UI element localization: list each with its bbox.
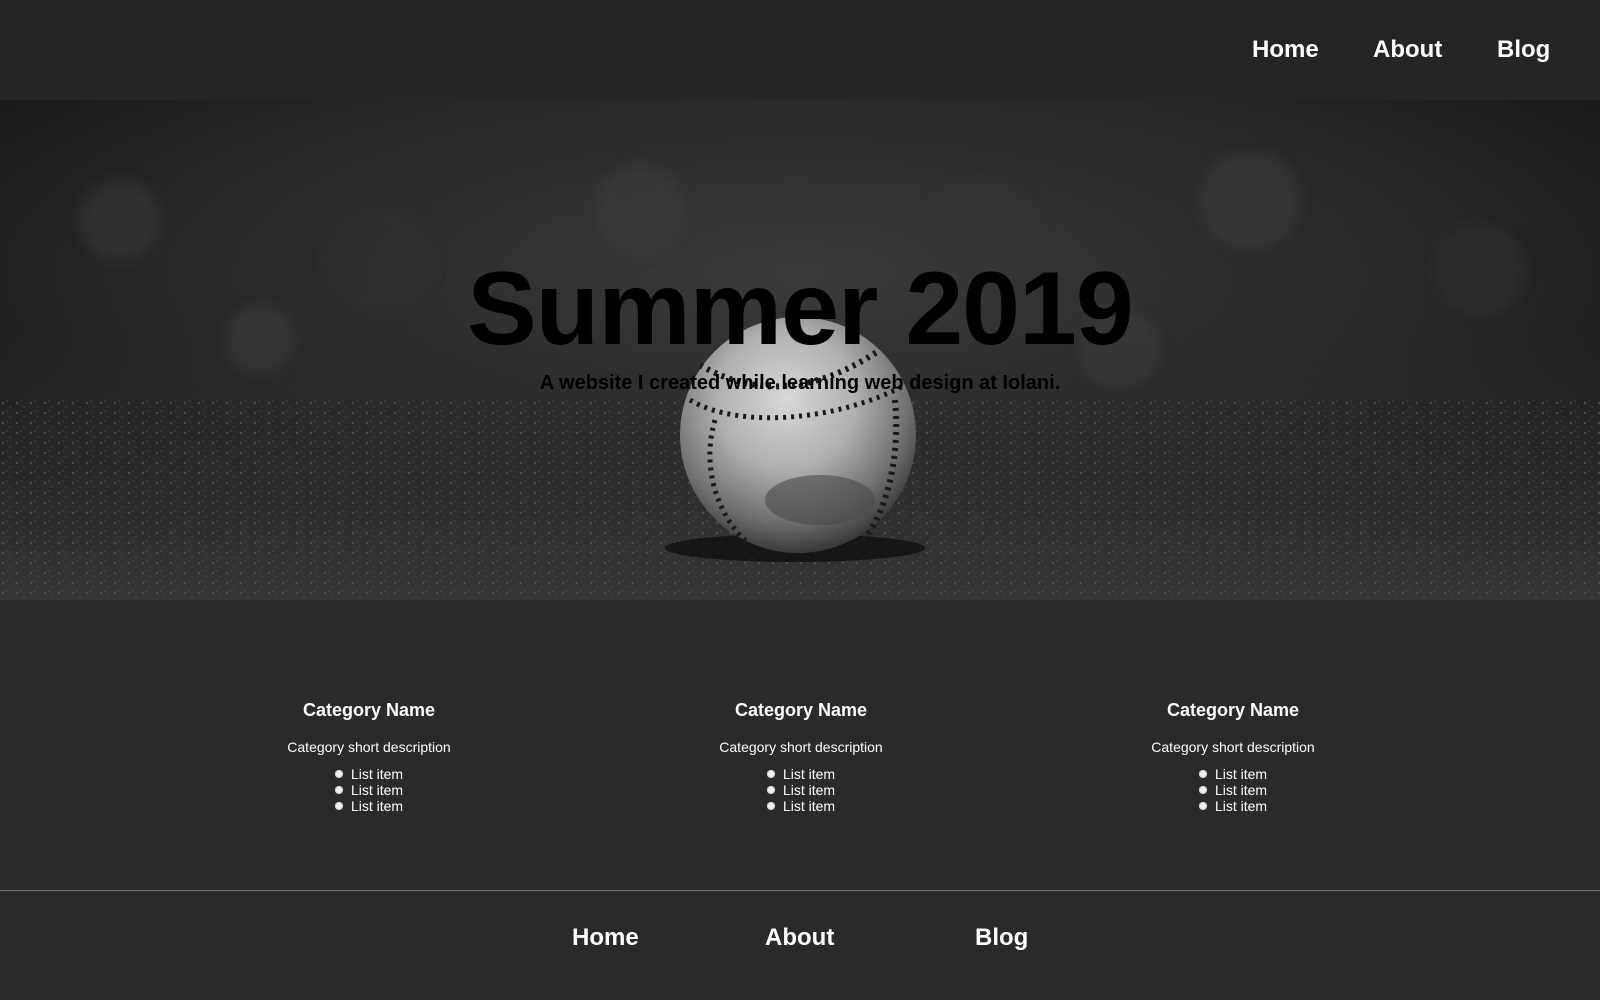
bullet-icon [766, 770, 775, 778]
category-card: Category Name Category short description… [641, 701, 961, 816]
bullet-icon [334, 786, 343, 794]
nav-link-about[interactable]: About [1373, 36, 1442, 64]
list-item-label: List item [1214, 798, 1268, 814]
category-card: Category Name Category short description… [209, 701, 529, 816]
category-list: List item List item List item [334, 766, 404, 814]
list-item: List item [766, 782, 836, 798]
list-item-label: List item [782, 782, 836, 798]
bullet-icon [766, 786, 775, 794]
list-item-label: List item [782, 766, 836, 782]
list-item: List item [334, 782, 404, 798]
page-subtitle: A website I created while learning web d… [539, 372, 1061, 394]
category-list: List item List item List item [1198, 766, 1268, 814]
category-section: Category Name Category short description… [0, 600, 1600, 890]
category-title: Category Name [302, 700, 436, 720]
list-item: List item [1198, 766, 1268, 782]
footer-divider [0, 890, 1600, 891]
category-title: Category Name [734, 700, 868, 720]
list-item-label: List item [350, 798, 404, 814]
bullet-icon [1198, 770, 1207, 778]
bullet-icon [334, 770, 343, 778]
list-item-label: List item [1214, 766, 1268, 782]
list-item: List item [766, 766, 836, 782]
category-description: Category short description [287, 739, 451, 755]
list-item: List item [334, 766, 404, 782]
page-title: Summer 2019 [467, 251, 1133, 367]
nav-link-blog[interactable]: Blog [1497, 36, 1550, 64]
footer-link-home[interactable]: Home [572, 924, 639, 952]
bullet-icon [1198, 802, 1207, 810]
category-card: Category Name Category short description… [1073, 701, 1393, 816]
list-item: List item [766, 798, 836, 814]
nav-link-home[interactable]: Home [1252, 36, 1319, 64]
bullet-icon [1198, 786, 1207, 794]
site-header: Home About Blog [0, 0, 1600, 100]
hero-banner: Summer 2019 A website I created while le… [0, 100, 1600, 600]
bullet-icon [766, 802, 775, 810]
category-title: Category Name [1166, 700, 1300, 720]
list-item-label: List item [782, 798, 836, 814]
category-description: Category short description [719, 739, 883, 755]
list-item: List item [334, 798, 404, 814]
list-item: List item [1198, 782, 1268, 798]
list-item-label: List item [350, 766, 404, 782]
footer-link-blog[interactable]: Blog [975, 924, 1028, 952]
list-item-label: List item [350, 782, 404, 798]
footer-link-about[interactable]: About [765, 924, 834, 952]
category-description: Category short description [1151, 739, 1315, 755]
list-item-label: List item [1214, 782, 1268, 798]
list-item: List item [1198, 798, 1268, 814]
category-list: List item List item List item [766, 766, 836, 814]
bullet-icon [334, 802, 343, 810]
